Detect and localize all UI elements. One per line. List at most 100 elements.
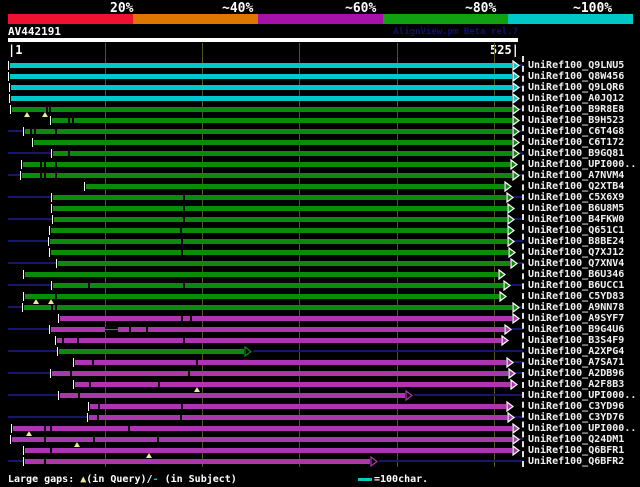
subject-label[interactable]: UniRef100_C3YD96 xyxy=(528,401,624,412)
subject-label[interactable]: UniRef100_A7SA71 xyxy=(528,357,624,368)
alignment-bar[interactable] xyxy=(12,426,513,431)
subject-label[interactable]: UniRef100_A2DB96 xyxy=(528,368,624,379)
subject-label[interactable]: UniRef100_A9SYF7 xyxy=(528,313,624,324)
alignment-bar[interactable] xyxy=(24,272,498,277)
bar-start-tick xyxy=(50,281,52,290)
alignment-bar[interactable] xyxy=(24,448,513,453)
subject-label[interactable]: UniRef100_B9G4U6 xyxy=(528,324,624,335)
subject-label[interactable]: UniRef100_Q24DM1 xyxy=(528,434,624,445)
bar-gap-notch xyxy=(182,217,185,222)
alignment-bar[interactable] xyxy=(60,316,513,321)
bar-gap-notch xyxy=(93,437,96,442)
alignment-bar[interactable] xyxy=(49,239,508,244)
bar-arrowhead-icon xyxy=(512,423,521,434)
subject-label[interactable]: UniRef100_Q8W456 xyxy=(528,71,624,82)
alignment-bar[interactable] xyxy=(89,404,507,409)
subject-label[interactable]: UniRef100_B9H523 xyxy=(528,115,624,126)
legend-query-text: (in Query)/ xyxy=(86,474,153,485)
subject-label[interactable]: UniRef100_A0JQ12 xyxy=(528,93,624,104)
alignment-bar[interactable] xyxy=(85,184,505,189)
legend-gaps-prefix: Large gaps: xyxy=(8,474,81,485)
alignment-bar[interactable] xyxy=(59,349,245,354)
bar-start-tick xyxy=(22,127,24,136)
subject-label[interactable]: UniRef100_A7NVM4 xyxy=(528,170,624,181)
subject-label[interactable]: UniRef100_C6T4G8 xyxy=(528,126,624,137)
alignment-bar[interactable] xyxy=(53,217,508,222)
alignment-bar[interactable] xyxy=(52,151,513,156)
alignment-bar[interactable] xyxy=(9,63,513,68)
query-title: AV442191 xyxy=(8,25,61,38)
bar-start-tick xyxy=(48,325,50,334)
bar-arrowhead-icon xyxy=(506,401,515,412)
alignment-bar[interactable] xyxy=(51,118,513,123)
subject-label[interactable]: UniRef100_UPI000.. xyxy=(528,390,636,401)
subject-label[interactable]: UniRef100_B6U8M5 xyxy=(528,203,624,214)
subject-label[interactable]: UniRef100_B6UCC1 xyxy=(528,280,624,291)
alignment-bar[interactable] xyxy=(22,162,511,167)
subject-label[interactable]: UniRef100_Q2XTB4 xyxy=(528,181,624,192)
alignment-bar[interactable] xyxy=(50,250,509,255)
subject-leader-line xyxy=(8,174,20,176)
alignment-bar[interactable] xyxy=(50,327,505,332)
alignment-bar[interactable] xyxy=(24,129,513,134)
watermark-text: AlignView.pm Beta rel.7 xyxy=(393,27,518,37)
bar-arrowhead-icon xyxy=(370,456,379,467)
subject-label[interactable]: UniRef100_Q6BFR1 xyxy=(528,445,624,456)
subject-leader-line xyxy=(8,284,51,286)
alignment-bar[interactable] xyxy=(56,338,501,343)
alignment-bar[interactable] xyxy=(21,173,513,178)
subject-label[interactable]: UniRef100_C5X6X9 xyxy=(528,192,624,203)
subject-label[interactable]: UniRef100_B9R8E8 xyxy=(528,104,624,115)
subject-label[interactable]: UniRef100_Q651C1 xyxy=(528,225,624,236)
bar-arrowhead-icon xyxy=(503,280,512,291)
bar-gap-notch xyxy=(88,382,91,387)
subject-label[interactable]: UniRef100_B6U346 xyxy=(528,269,624,280)
alignment-bar[interactable] xyxy=(11,437,513,442)
alignment-bar[interactable] xyxy=(50,228,508,233)
bar-start-tick xyxy=(10,424,12,433)
subject-leader-line xyxy=(8,372,50,374)
subject-label[interactable]: UniRef100_B4FKW0 xyxy=(528,214,624,225)
subject-label[interactable]: UniRef100_C5YD83 xyxy=(528,291,624,302)
bar-gap-notch xyxy=(180,239,183,244)
alignment-bar[interactable] xyxy=(10,85,513,90)
bar-gap-notch xyxy=(98,404,101,409)
bar-start-tick xyxy=(50,149,52,158)
subject-label[interactable]: UniRef100_C6T172 xyxy=(528,137,624,148)
subject-label[interactable]: UniRef100_Q7XJ12 xyxy=(528,247,624,258)
alignment-bar[interactable] xyxy=(52,206,508,211)
subject-label[interactable]: UniRef100_A9NN78 xyxy=(528,302,624,313)
alignment-bar[interactable] xyxy=(60,393,406,398)
alignment-bar[interactable] xyxy=(75,382,511,387)
alignment-bar[interactable] xyxy=(88,415,508,420)
alignment-bar[interactable] xyxy=(24,459,371,464)
alignment-bar[interactable] xyxy=(57,261,511,266)
subject-label[interactable]: UniRef100_Q9LQR6 xyxy=(528,82,624,93)
query-gap-triangle-icon xyxy=(194,387,201,392)
subject-label[interactable]: UniRef100_B3S4F9 xyxy=(528,335,624,346)
alignment-bar[interactable] xyxy=(24,294,499,299)
alignment-bar[interactable] xyxy=(34,140,513,145)
alignment-bar[interactable] xyxy=(52,195,507,200)
subject-label[interactable]: UniRef100_B9GQ81 xyxy=(528,148,624,159)
subject-label[interactable]: UniRef100_UPI000.. xyxy=(528,423,636,434)
subject-label[interactable]: UniRef100_C3YD76 xyxy=(528,412,624,423)
bar-gap-notch xyxy=(189,316,192,321)
bar-arrowhead-icon xyxy=(506,357,515,368)
subject-label[interactable]: UniRef100_UPI000.. xyxy=(528,159,636,170)
alignment-bar[interactable] xyxy=(11,107,513,112)
alignment-bar[interactable] xyxy=(23,305,513,310)
subject-leader-line xyxy=(8,416,87,418)
subject-label[interactable]: UniRef100_A2F8B3 xyxy=(528,379,624,390)
subject-label[interactable]: UniRef100_A2XPG4 xyxy=(528,346,624,357)
subject-label[interactable]: UniRef100_Q9LNU5 xyxy=(528,60,624,71)
subject-label[interactable]: UniRef100_B8BE24 xyxy=(528,236,624,247)
bar-arrowhead-icon xyxy=(512,93,521,104)
alignment-bar[interactable] xyxy=(9,74,513,79)
subject-label[interactable]: UniRef100_Q6BFR2 xyxy=(528,456,624,467)
alignment-bar[interactable] xyxy=(75,360,507,365)
alignment-bar[interactable] xyxy=(52,283,504,288)
alignment-bar[interactable] xyxy=(10,96,513,101)
alignment-bar[interactable] xyxy=(51,371,509,376)
subject-label[interactable]: UniRef100_Q7XNV4 xyxy=(528,258,624,269)
